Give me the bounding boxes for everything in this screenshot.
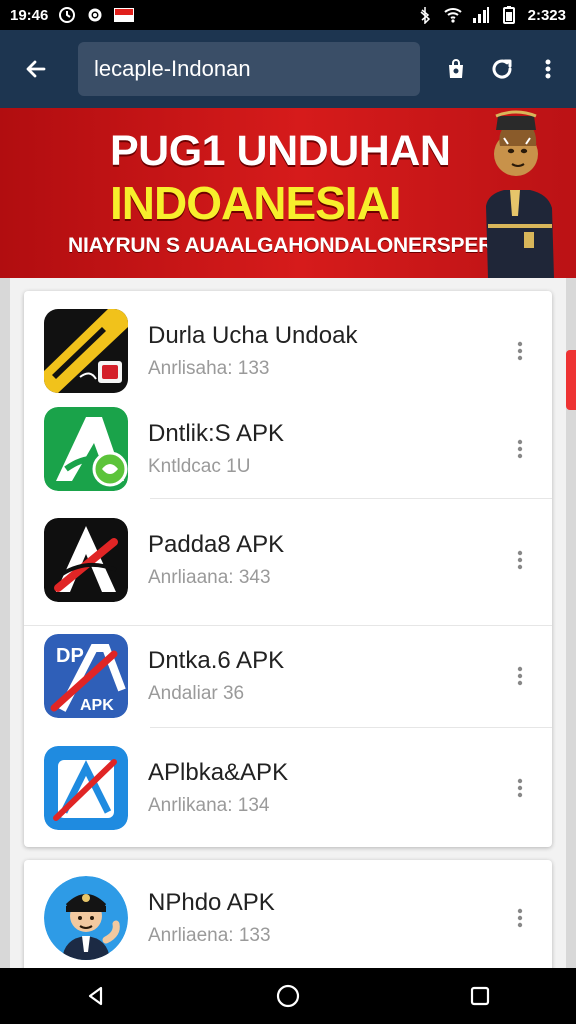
- list-item[interactable]: APlbka&APK Anrlikana: 134: [24, 746, 552, 830]
- nav-back-button[interactable]: [70, 970, 122, 1022]
- item-menu-button[interactable]: [508, 906, 532, 930]
- app-subtitle: Andaliar 36: [148, 683, 245, 704]
- list-item[interactable]: Durla Ucha Undoak Anrlisaha: 133: [24, 309, 552, 393]
- more-vert-icon: [517, 908, 523, 928]
- app-title: Durla Ucha Undoak: [148, 322, 358, 349]
- banner-title: PUG1 UNDUHAN: [110, 127, 451, 175]
- more-vert-icon: [517, 439, 523, 459]
- more-vert-icon: [517, 666, 523, 686]
- item-menu-button[interactable]: [508, 664, 532, 688]
- app-subtitle: Anrlikana: 134: [148, 795, 270, 816]
- bluetooth-icon: [416, 6, 434, 25]
- triangle-back-icon: [88, 986, 103, 1006]
- item-menu-button[interactable]: [508, 548, 532, 572]
- list-item[interactable]: DP APK Dntka.6 APK Andaliar 36: [24, 634, 552, 718]
- app-icon-1: [44, 309, 128, 393]
- more-vert-icon: [545, 59, 551, 79]
- app-title: APlbka&APK: [148, 759, 289, 786]
- app-subtitle: Anrlisaha: 133: [148, 358, 270, 379]
- results-card: Durla Ucha Undoak Anrlisaha: 133 Dntlik:…: [24, 291, 552, 847]
- search-field[interactable]: lecaple-Indonan: [78, 42, 420, 96]
- status-bar: 19:46 2:323: [0, 0, 576, 30]
- refresh-button[interactable]: [488, 55, 516, 83]
- search-query: lecaple-Indonan: [94, 56, 251, 81]
- list-item[interactable]: Dntlik:S APK Kntldcac 1U: [24, 407, 552, 491]
- more-vert-icon: [517, 550, 523, 570]
- more-vert-icon: [517, 341, 523, 361]
- app-icon-4: DP APK: [44, 634, 128, 718]
- mascot-illustration: [468, 108, 564, 278]
- app-title: NPhdo APK: [148, 889, 275, 916]
- nav-home-button[interactable]: [262, 970, 314, 1022]
- app-subtitle: Anrliaana: 343: [148, 567, 271, 588]
- app-subtitle: Kntldcac 1U: [148, 456, 251, 477]
- shopping-bag-icon: [449, 59, 463, 78]
- app-bar: lecaple-Indonan: [0, 30, 576, 108]
- shopping-bag-button[interactable]: [442, 55, 470, 83]
- app-icon-4-label: DP: [56, 645, 84, 667]
- promo-banner[interactable]: PUG1 UNDUHAN INDOANESIAI NIAYRUN S AUAAL…: [0, 108, 576, 278]
- nav-recents-button[interactable]: [454, 970, 506, 1022]
- item-menu-button[interactable]: [508, 339, 532, 363]
- divider: [150, 727, 552, 728]
- item-menu-button[interactable]: [508, 437, 532, 461]
- results-card: NPhdo APK Anrliaena: 133: [24, 860, 552, 978]
- status-time-left: 19:46: [10, 6, 49, 24]
- wifi-icon: [443, 6, 462, 24]
- divider: [150, 498, 552, 499]
- app-icon-4-sub: APK: [80, 697, 114, 714]
- refresh-icon: [492, 59, 512, 79]
- battery-icon: [500, 6, 518, 24]
- item-menu-button[interactable]: [508, 776, 532, 800]
- app-icon-6: [44, 876, 128, 960]
- edge-badge: [566, 350, 576, 410]
- square-recents-icon: [470, 986, 490, 1006]
- list-item[interactable]: Padda8 APK Anrliaana: 343: [24, 518, 552, 602]
- banner-subtitle: INDOANESIAI: [110, 177, 402, 229]
- flag-icon: [114, 8, 135, 22]
- back-arrow-icon: [26, 60, 46, 78]
- app-icon-2: [44, 407, 128, 491]
- signal-icon: [472, 6, 490, 24]
- app-title: Padda8 APK: [148, 531, 285, 558]
- app-title: Dntka.6 APK: [148, 647, 285, 674]
- circle-home-icon: [276, 984, 300, 1008]
- app-subtitle: Anrliaena: 133: [148, 925, 271, 946]
- status-time-right: 2:323: [527, 6, 566, 24]
- banner-tagline: NIAYRUN S AUAALGAHONDALONERSPERSIS: [68, 234, 527, 257]
- more-vert-icon: [517, 778, 523, 798]
- settings-icon: [86, 6, 104, 24]
- app-icon-3: [44, 518, 128, 602]
- list-item[interactable]: NPhdo APK Anrliaena: 133: [24, 876, 552, 960]
- app-title: Dntlik:S APK: [148, 420, 285, 447]
- alarm-icon: [58, 6, 76, 24]
- back-button[interactable]: [14, 47, 58, 91]
- system-navigation-bar: [0, 968, 576, 1024]
- app-icon-5: [44, 746, 128, 830]
- divider: [24, 625, 552, 626]
- overflow-menu-button[interactable]: [534, 55, 562, 83]
